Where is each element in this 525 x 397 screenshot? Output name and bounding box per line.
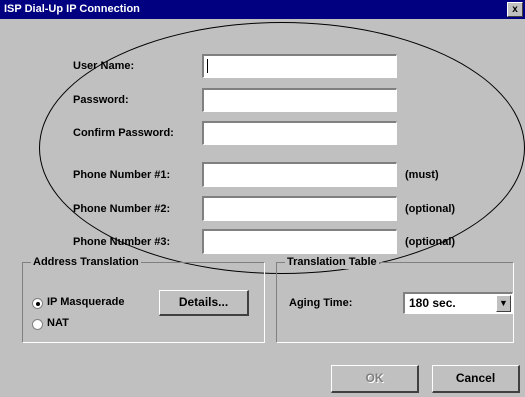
title-bar: ISP Dial-Up IP Connection x xyxy=(0,0,525,19)
aging-time-value: 180 sec. xyxy=(409,296,456,310)
phone-3-input[interactable] xyxy=(202,229,397,254)
user-name-input[interactable] xyxy=(202,54,397,78)
nat-label[interactable]: NAT xyxy=(47,317,69,329)
translation-table-legend: Translation Table xyxy=(285,255,379,269)
phone-1-input[interactable] xyxy=(202,162,397,187)
confirm-password-label: Confirm Password: xyxy=(73,127,174,139)
ip-masquerade-radio[interactable] xyxy=(32,298,43,309)
phone-1-label: Phone Number #1: xyxy=(73,169,171,181)
password-label: Password: xyxy=(73,94,129,106)
nat-radio[interactable] xyxy=(32,319,43,330)
phone-2-note: (optional) xyxy=(405,203,456,215)
aging-time-label: Aging Time: xyxy=(289,297,353,309)
phone-2-label: Phone Number #2: xyxy=(73,203,171,215)
password-input[interactable] xyxy=(202,88,397,112)
phone-3-note: (optional) xyxy=(405,236,456,248)
close-icon[interactable]: x xyxy=(507,2,523,17)
phone-2-input[interactable] xyxy=(202,196,397,221)
aging-time-select[interactable]: 180 sec. ▼ xyxy=(403,292,513,314)
ip-masquerade-label[interactable]: IP Masquerade xyxy=(47,296,124,308)
confirm-password-input[interactable] xyxy=(202,121,397,145)
text-caret xyxy=(207,59,208,73)
chevron-down-icon[interactable]: ▼ xyxy=(496,295,511,312)
phone-3-label: Phone Number #3: xyxy=(73,236,171,248)
cancel-button[interactable]: Cancel xyxy=(432,365,520,393)
phone-1-note: (must) xyxy=(405,169,439,181)
address-translation-legend: Address Translation xyxy=(31,255,141,269)
user-name-label: User Name: xyxy=(73,60,135,72)
window-title: ISP Dial-Up IP Connection xyxy=(4,3,140,15)
details-button[interactable]: Details... xyxy=(159,290,249,316)
ok-button[interactable]: OK xyxy=(331,365,419,393)
dialog-window: ISP Dial-Up IP Connection x User Name: P… xyxy=(0,0,525,397)
